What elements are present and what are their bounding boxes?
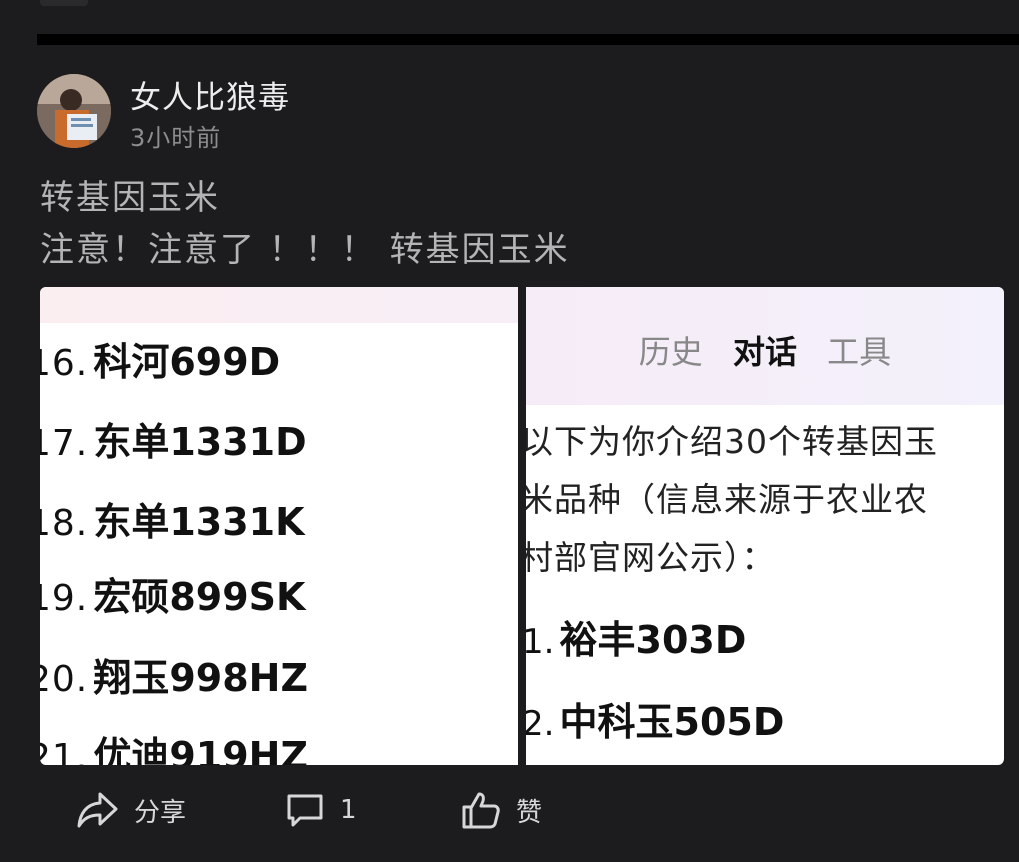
intro-line: 米品种（信息来源于农业农 — [526, 480, 928, 519]
list-item: 17. 东单1331D — [40, 411, 307, 466]
post-image-right[interactable]: 历史 对话 工具 以下为你介绍30个转基因玉 米品种（信息来源于农业农 村部官网… — [526, 287, 1004, 765]
item-name: 东单1331K — [93, 500, 305, 544]
item-name: 科河699D — [93, 340, 281, 384]
action-bar: 分享 1 赞 — [0, 783, 1019, 837]
tab-history: 历史 — [638, 333, 703, 371]
list-item: 19. 宏硕899SK — [40, 566, 306, 621]
top-stub — [40, 0, 88, 6]
section-divider — [37, 34, 1019, 45]
avatar-image — [37, 74, 111, 148]
item-number: 2. — [526, 704, 555, 744]
list-item: 16. 科河699D — [40, 331, 280, 386]
post-text-line-1: 转基因玉米 — [40, 178, 220, 218]
list-item: 21. 优迪919HZ — [40, 725, 308, 765]
image-gap — [518, 287, 526, 765]
item-number: 16. — [40, 343, 89, 384]
item-name: 裕丰303D — [559, 618, 747, 662]
post-time: 3小时前 — [130, 124, 222, 152]
share-label: 分享 — [134, 797, 187, 828]
share-button[interactable]: 分享 — [76, 783, 186, 837]
tab-tools: 工具 — [827, 333, 892, 371]
item-number: 18. — [40, 503, 89, 544]
thumbs-up-icon — [462, 792, 500, 829]
list-item: 20. 翔玉998HZ — [40, 647, 308, 702]
item-name: 中科玉505D — [559, 700, 785, 744]
share-icon — [77, 792, 118, 828]
item-name: 宏硕899SK — [93, 575, 306, 619]
item-number: 19. — [40, 578, 89, 619]
comment-button[interactable]: 1 — [284, 783, 357, 837]
item-number: 17. — [40, 423, 89, 464]
author-name[interactable]: 女人比狼毒 — [130, 72, 290, 117]
like-button[interactable]: 赞 — [460, 783, 542, 837]
comment-count: 1 — [340, 795, 357, 825]
item-number: 20. — [40, 659, 89, 700]
post-text-line-2: 注意！注意了 ！！！ 转基因玉米 — [40, 230, 570, 270]
list-item: 2. 中科玉505D — [526, 691, 784, 746]
image-tab-bar: 历史 对话 工具 — [526, 327, 1004, 373]
item-name: 翔玉998HZ — [93, 656, 309, 700]
tab-dialog: 对话 — [732, 333, 797, 371]
list-item: 18. 东单1331K — [40, 491, 305, 546]
item-name: 东单1331D — [93, 420, 307, 464]
list-item: 1. 裕丰303D — [526, 609, 746, 664]
item-name: 优迪919HZ — [93, 734, 308, 765]
intro-line: 村部官网公示）： — [526, 538, 776, 577]
like-label: 赞 — [516, 797, 543, 828]
item-number: 21. — [40, 737, 89, 765]
avatar[interactable] — [37, 74, 111, 148]
item-number: 1. — [526, 622, 555, 662]
comment-icon — [287, 794, 323, 827]
image-top-band — [40, 287, 518, 323]
post-image-left[interactable]: 16. 科河699D 17. 东单1331D 18. 东单1331K 19. 宏… — [40, 287, 518, 765]
intro-line: 以下为你介绍30个转基因玉 — [526, 422, 938, 461]
